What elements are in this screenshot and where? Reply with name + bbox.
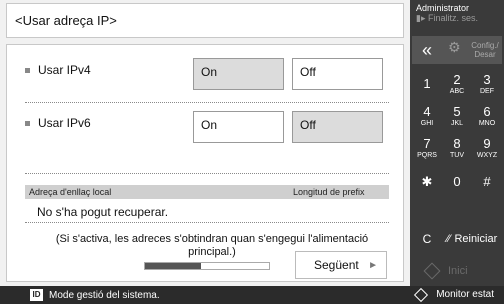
- status-bar: ID Mode gestió del sistema. Monitor esta…: [0, 286, 504, 304]
- keypad-key-letters: WXYZ: [476, 152, 498, 159]
- ipv4-off-button[interactable]: Off: [292, 58, 383, 90]
- bullet-icon: [25, 120, 30, 126]
- status-monitor-label: Monitor estat: [436, 289, 494, 300]
- settings-panel: Usar IPv4 On Off Usar IPv6 On Off Adreça…: [6, 44, 404, 282]
- keypad-key-number: 0: [453, 174, 461, 189]
- status-monitor-button[interactable]: Monitor estat: [414, 287, 494, 302]
- keypad-key[interactable]: 7 PQRS: [412, 132, 442, 162]
- link-local-address-header: Adreça d'enllaç local: [29, 187, 112, 197]
- start-label: Inici: [448, 265, 468, 277]
- keypad-key-letters: JKL: [450, 120, 464, 127]
- config-save-label: Config./ Desar: [471, 41, 499, 59]
- divider: [25, 222, 389, 223]
- ipv4-row-label: Usar IPv4: [25, 63, 91, 77]
- keypad-key-letters: ABC: [449, 88, 465, 95]
- keypad-key-letters: TUV: [450, 152, 464, 159]
- clear-key[interactable]: C: [412, 224, 442, 254]
- ipv6-label: Usar IPv6: [38, 116, 91, 130]
- keypad-key-number: 5: [453, 104, 461, 119]
- keypad-key[interactable]: 3 DEF: [472, 68, 502, 98]
- address-table-header: Adreça d'enllaç local Longitud de prefix: [25, 185, 389, 199]
- keypad-key[interactable]: 4 GHI: [412, 100, 442, 130]
- ipv6-row-label: Usar IPv6: [25, 116, 91, 130]
- keypad-key-number: #: [483, 174, 491, 189]
- ipv4-on-button[interactable]: On: [193, 58, 284, 90]
- arrow-right-icon: ►: [368, 259, 378, 271]
- ipv6-on-button[interactable]: On: [193, 111, 284, 143]
- keypad-key-number: 3: [483, 72, 491, 87]
- keypad-key-number: 1: [423, 76, 431, 91]
- link-local-address-value: No s'ha pogut recuperar.: [37, 205, 169, 219]
- keypad-key-letters: DEF: [480, 88, 494, 95]
- status-monitor-icon: [414, 287, 429, 302]
- logout-label: Finalitz. ses.: [428, 13, 479, 23]
- keypad-key-number: 8: [453, 136, 461, 151]
- side-toolbar: « ⚙ Config./ Desar: [412, 36, 502, 64]
- logout-icon: ▮▸: [416, 13, 426, 23]
- config-save-button[interactable]: ⚙ Config./ Desar: [442, 36, 502, 64]
- keypad-key-letters: GHI: [420, 120, 434, 127]
- keypad-key[interactable]: #: [472, 166, 502, 196]
- page-title: <Usar adreça IP>: [6, 3, 404, 38]
- keypad-key-number: 4: [423, 104, 431, 119]
- keypad-key[interactable]: 5 JKL: [442, 100, 472, 130]
- system-mode-text: Mode gestió del sistema.: [49, 289, 160, 301]
- keypad-key[interactable]: 1: [412, 68, 442, 98]
- keypad-key[interactable]: 9 WXYZ: [472, 132, 502, 162]
- page-progress-bar: [144, 262, 270, 270]
- divider: [25, 102, 389, 103]
- keypad-key-letters: PQRS: [417, 152, 437, 159]
- admin-info[interactable]: Administrator ▮▸ Finalitz. ses.: [416, 3, 478, 23]
- back-button[interactable]: «: [412, 36, 442, 64]
- next-button[interactable]: Següent ►: [295, 251, 387, 279]
- keypad-key-number: 9: [483, 136, 491, 151]
- id-icon: ID: [30, 289, 43, 301]
- divider: [25, 173, 389, 174]
- ipv6-off-button[interactable]: Off: [292, 111, 383, 143]
- page-progress-fill: [145, 263, 201, 269]
- keypad-key-number: 6: [483, 104, 491, 119]
- keypad-key-number: ✱: [421, 174, 433, 189]
- next-label: Següent: [314, 258, 359, 272]
- keypad-key-number: 2: [453, 72, 461, 87]
- keypad-key[interactable]: ✱: [412, 166, 442, 196]
- side-panel: Administrator ▮▸ Finalitz. ses. « ⚙ Conf…: [410, 0, 504, 286]
- reset-label: Reiniciar: [454, 233, 498, 245]
- reset-icon: ⁄⁄: [446, 233, 451, 245]
- keypad-key-number: 7: [423, 136, 431, 151]
- keypad-key-letters: MNO: [478, 120, 496, 127]
- ipv4-label: Usar IPv4: [38, 63, 91, 77]
- reset-button[interactable]: ⁄⁄ Reiniciar: [442, 224, 502, 254]
- start-button[interactable]: Inici: [418, 258, 498, 284]
- prefix-length-header: Longitud de prefix: [293, 187, 365, 197]
- main-panel: <Usar adreça IP> Usar IPv4 On Off Usar I…: [0, 0, 410, 286]
- gear-icon: ⚙: [448, 39, 461, 55]
- admin-title: Administrator: [416, 3, 470, 13]
- bullet-icon: [25, 67, 30, 73]
- keypad-key[interactable]: 8 TUV: [442, 132, 472, 162]
- keypad-key[interactable]: 2 ABC: [442, 68, 472, 98]
- keypad-key[interactable]: 6 MNO: [472, 100, 502, 130]
- keypad-key[interactable]: 0: [442, 166, 472, 196]
- start-icon: [423, 262, 441, 280]
